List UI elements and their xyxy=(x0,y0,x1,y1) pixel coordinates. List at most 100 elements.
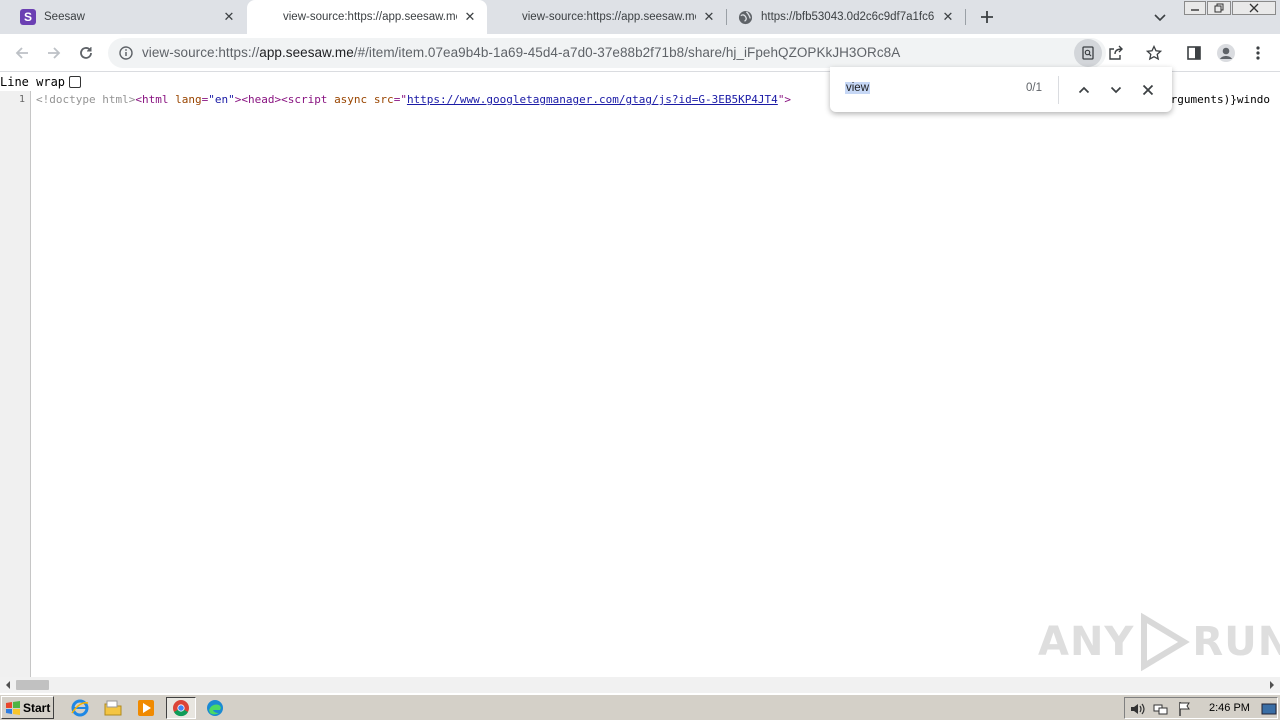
edge-taskbar-button[interactable] xyxy=(205,698,225,718)
tab-title: view-source:https://app.seesaw.me xyxy=(283,11,457,23)
star-icon xyxy=(1145,44,1163,61)
chrome-taskbar-button[interactable] xyxy=(166,697,196,719)
tab-bfb-url[interactable]: https://bfb53043.0d2c6c9df7a1fc6 ✕ xyxy=(727,0,965,34)
close-icon[interactable]: ✕ xyxy=(702,9,716,24)
chrome-icon xyxy=(173,700,189,717)
share-button[interactable] xyxy=(1108,45,1124,61)
play-logo-icon xyxy=(1141,612,1191,672)
network-icon[interactable] xyxy=(1153,701,1169,717)
menu-button[interactable] xyxy=(1244,39,1272,67)
arrow-right-icon xyxy=(48,47,61,59)
address-bar[interactable]: view-source:https://app.seesaw.me/#/item… xyxy=(108,38,1163,68)
scroll-right-icon[interactable] xyxy=(1268,681,1276,689)
seesaw-s-icon: S xyxy=(20,9,36,25)
folder-icon xyxy=(104,700,122,716)
find-previous-button[interactable] xyxy=(1073,79,1095,101)
chevron-down-icon xyxy=(1110,86,1122,94)
find-input[interactable]: view xyxy=(845,82,871,94)
arrow-left-icon xyxy=(15,47,28,59)
close-window-button[interactable] xyxy=(1232,1,1276,15)
line-wrap-label: Line wrap xyxy=(0,75,66,89)
source-line-tail: arguments)}windo xyxy=(1164,93,1280,106)
line-number: 1 xyxy=(18,94,25,105)
close-icon[interactable]: ✕ xyxy=(941,9,955,24)
media-player-taskbar-button[interactable] xyxy=(136,698,156,718)
show-desktop-icon[interactable] xyxy=(1261,701,1277,717)
tab-title: view-source:https://app.seesaw.me xyxy=(522,11,696,23)
url-domain: app.seesaw.me xyxy=(259,45,354,60)
line-wrap-toggle[interactable]: Line wrap xyxy=(0,75,82,89)
reload-icon xyxy=(80,47,92,59)
tab-title: https://bfb53043.0d2c6c9df7a1fc6 xyxy=(761,11,935,23)
system-tray: 2:46 PM xyxy=(1124,697,1278,719)
windows-logo-icon xyxy=(6,700,20,715)
back-button[interactable] xyxy=(8,39,36,67)
code-doctype: <!doctype html> xyxy=(36,93,136,106)
close-icon[interactable]: ✕ xyxy=(222,9,236,24)
close-icon xyxy=(1142,84,1154,96)
scrollbar-thumb[interactable] xyxy=(16,680,49,690)
horizontal-scrollbar[interactable] xyxy=(0,677,1280,693)
find-result-count: 0/1 xyxy=(1026,82,1042,94)
side-panel-icon xyxy=(1187,46,1201,60)
forward-button[interactable] xyxy=(40,39,68,67)
find-close-button[interactable] xyxy=(1137,79,1159,101)
view-source-content: Line wrap 1 <!doctype html><html lang="e… xyxy=(0,72,1280,678)
url-path: /#/item/item.07ea9b4b-1a69-45d4-a7d0-37e… xyxy=(353,45,901,60)
edge-icon xyxy=(207,700,223,716)
start-button[interactable]: Start xyxy=(1,696,54,719)
tab-separator xyxy=(965,9,966,25)
find-bar: view 0/1 xyxy=(830,67,1172,112)
restore-button[interactable] xyxy=(1207,1,1231,15)
bookmark-button[interactable] xyxy=(1145,44,1163,61)
scroll-left-icon[interactable] xyxy=(4,681,12,689)
line-wrap-checkbox[interactable] xyxy=(69,76,82,88)
info-icon[interactable] xyxy=(119,46,133,60)
code-attr-src: src xyxy=(373,93,394,106)
tab-view-source-active[interactable]: view-source:https://app.seesaw.me ✕ xyxy=(247,0,487,34)
line-number-gutter: 1 xyxy=(0,91,31,678)
watermark-text: RUN xyxy=(1192,619,1280,665)
flag-icon[interactable] xyxy=(1177,701,1193,717)
new-tab-button[interactable] xyxy=(977,7,997,27)
explorer-taskbar-button[interactable] xyxy=(103,698,123,718)
url-prefix: view-source:https:// xyxy=(142,45,260,60)
tab-search-button[interactable] xyxy=(1152,9,1168,25)
side-panel-button[interactable] xyxy=(1180,39,1208,67)
volume-icon[interactable] xyxy=(1129,701,1145,717)
kebab-menu-icon xyxy=(1256,46,1260,60)
find-in-page-button[interactable] xyxy=(1074,39,1102,67)
media-player-icon xyxy=(138,700,154,716)
find-separator xyxy=(1058,76,1059,104)
profile-button[interactable] xyxy=(1212,39,1240,67)
start-label: Start xyxy=(23,700,51,715)
taskbar-clock[interactable]: 2:46 PM xyxy=(1209,702,1250,714)
code-head-script: ><head><script xyxy=(234,93,335,106)
code-attr-lang: lang xyxy=(175,93,202,106)
code-src-link[interactable]: https://www.googletagmanager.com/gtag/js… xyxy=(407,93,778,106)
close-icon[interactable]: ✕ xyxy=(463,9,477,24)
close-window-icon xyxy=(1249,3,1259,13)
minimize-button[interactable] xyxy=(1184,1,1206,15)
chevron-up-icon xyxy=(1078,86,1090,94)
tab-view-source-2[interactable]: view-source:https://app.seesaw.me ✕ xyxy=(488,0,726,34)
watermark-text: ANY xyxy=(1038,619,1135,665)
tab-seesaw[interactable]: S Seesaw ✕ xyxy=(8,0,246,34)
share-icon xyxy=(1109,45,1123,60)
plus-icon xyxy=(981,11,993,23)
restore-icon xyxy=(1214,3,1224,13)
tab-strip: S Seesaw ✕ view-source:https://app.seesa… xyxy=(0,0,1280,34)
ie-taskbar-button[interactable] xyxy=(70,698,90,718)
code-attr-async: async xyxy=(334,93,374,106)
code-tail: arguments)}windo xyxy=(1164,93,1270,106)
find-next-button[interactable] xyxy=(1105,79,1127,101)
find-page-icon xyxy=(1082,46,1094,60)
code-quote-close: "> xyxy=(777,93,792,106)
avatar-icon xyxy=(1217,44,1235,62)
reload-button[interactable] xyxy=(72,39,100,67)
code-lang-value: "en" xyxy=(208,93,235,106)
url-text: view-source:https://app.seesaw.me/#/item… xyxy=(142,45,900,60)
code-quote: " xyxy=(400,93,407,106)
internet-explorer-icon xyxy=(71,699,89,717)
globe-icon xyxy=(738,10,753,24)
